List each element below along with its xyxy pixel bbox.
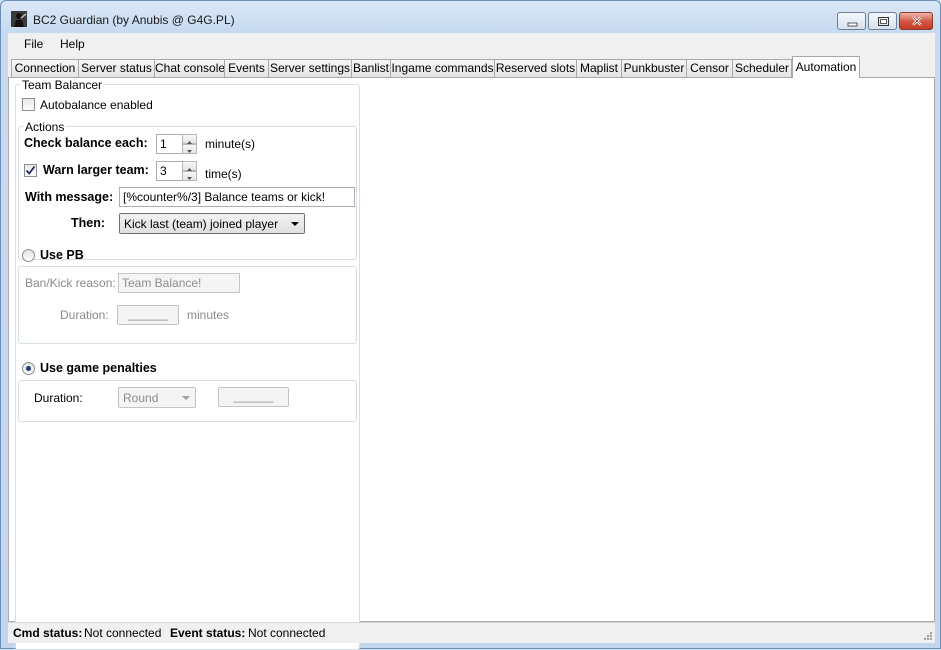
game-duration-label: Duration: [34, 391, 83, 405]
warn-spinner[interactable] [182, 161, 197, 181]
tab-server-settings[interactable]: Server settings [268, 59, 352, 77]
minimize-icon [847, 22, 858, 27]
use-pb-label: Use PB [40, 248, 84, 262]
check-balance-label: Check balance each: [24, 136, 148, 150]
resize-grip-icon[interactable] [922, 630, 933, 641]
use-game-penalties-radio[interactable] [22, 362, 35, 375]
cmd-status-value: Not connected [84, 626, 162, 640]
warn-input[interactable] [156, 161, 183, 181]
tab-maplist[interactable]: Maplist [576, 59, 622, 77]
tab-ingame-commands[interactable]: Ingame commands [390, 59, 495, 77]
window-title: BC2 Guardian (by Anubis @ G4G.PL) [33, 13, 235, 27]
tab-connection[interactable]: Connection [11, 59, 79, 77]
then-dropdown-value: Kick last (team) joined player [124, 217, 279, 231]
title-bar[interactable]: BC2 Guardian (by Anubis @ G4G.PL) [1, 1, 940, 33]
minimize-button[interactable] [837, 12, 866, 30]
warn-checkbox[interactable] [24, 164, 37, 177]
actions-legend: Actions [23, 120, 67, 134]
tab-scheduler[interactable]: Scheduler [732, 59, 792, 77]
message-label: With message: [25, 190, 114, 204]
event-status-value: Not connected [248, 626, 326, 640]
client-area: File Help Connection Server status Chat … [8, 33, 935, 650]
tab-server-status[interactable]: Server status [78, 59, 155, 77]
chevron-down-icon [291, 222, 299, 226]
ban-reason-input[interactable] [118, 273, 240, 293]
team-balancer-legend: Team Balancer [20, 78, 105, 92]
spin-down-icon [187, 150, 192, 153]
cmd-status-label: Cmd status: [13, 626, 83, 640]
tab-automation[interactable]: Automation [792, 56, 860, 78]
autobalance-label: Autobalance enabled [40, 98, 153, 112]
pb-duration-unit: minutes [187, 308, 230, 322]
tab-chat-console[interactable]: Chat console [154, 59, 225, 77]
message-input[interactable] [119, 187, 355, 207]
main-window: BC2 Guardian (by Anubis @ G4G.PL) File H… [0, 0, 941, 650]
status-bar: Cmd status: Not connected Event status: … [8, 622, 935, 643]
ban-reason-label: Ban/Kick reason: [25, 276, 116, 290]
check-balance-input[interactable] [156, 134, 183, 154]
warn-unit: time(s) [205, 167, 242, 181]
tab-reserved-slots[interactable]: Reserved slots [494, 59, 577, 77]
pb-duration-label: Duration: [60, 308, 109, 322]
game-duration-dropdown[interactable]: Round [118, 387, 196, 408]
maximize-icon [878, 17, 889, 26]
tab-events[interactable]: Events [224, 59, 269, 77]
autobalance-checkbox[interactable] [22, 98, 35, 111]
close-icon [912, 16, 922, 26]
then-label: Then: [71, 216, 106, 230]
tab-censor[interactable]: Censor [686, 59, 733, 77]
tab-banlist[interactable]: Banlist [351, 59, 391, 77]
automation-tab-page: Team Balancer Autobalance enabled Action… [8, 77, 935, 650]
game-duration-value: Round [123, 391, 159, 405]
game-duration-button[interactable]: ______ [218, 387, 289, 407]
chevron-down-icon [182, 396, 190, 400]
check-balance-spinner[interactable] [182, 134, 197, 154]
menu-file[interactable]: File [24, 37, 43, 51]
use-pb-radio[interactable] [22, 249, 35, 262]
menu-bar: File Help [8, 33, 935, 55]
tab-strip: Connection Server status Chat console Ev… [8, 55, 935, 78]
use-game-penalties-label: Use game penalties [40, 361, 157, 375]
spin-down-icon [187, 177, 192, 180]
menu-help[interactable]: Help [60, 37, 85, 51]
warn-label: Warn larger team: [43, 163, 149, 177]
maximize-button[interactable] [868, 12, 897, 30]
close-button[interactable] [899, 12, 933, 30]
check-balance-unit: minute(s) [205, 137, 256, 151]
checkmark-icon [25, 165, 36, 175]
pb-duration-button[interactable]: ______ [117, 305, 179, 325]
event-status-label: Event status: [170, 626, 246, 640]
tab-punkbuster[interactable]: Punkbuster [621, 59, 687, 77]
soldier-icon [11, 11, 27, 27]
then-dropdown[interactable]: Kick last (team) joined player [119, 213, 305, 234]
